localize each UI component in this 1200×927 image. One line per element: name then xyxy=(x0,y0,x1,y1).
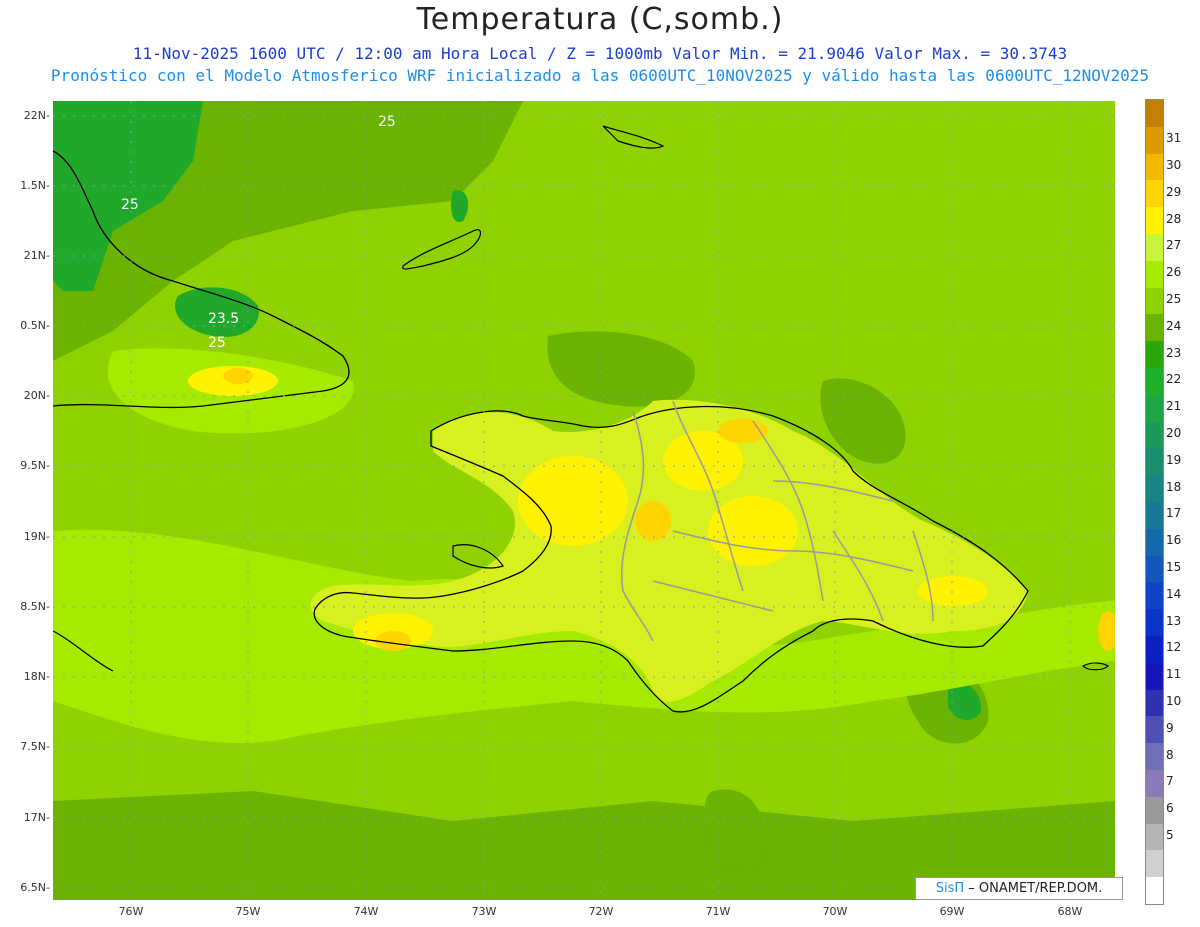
colorbar-swatch xyxy=(1146,796,1163,825)
colorbar-label: 12 xyxy=(1166,640,1182,655)
colorbar-label: 27 xyxy=(1166,238,1182,253)
colorbar-label: 16 xyxy=(1166,533,1182,548)
lat-tick-label: 17N- xyxy=(23,811,50,824)
field-29-a xyxy=(518,456,628,546)
colorbar-swatch xyxy=(1146,126,1163,155)
lat-tick-label: 0.5N- xyxy=(20,319,50,332)
colorbar-swatch xyxy=(1146,877,1163,905)
colorbar-label: 17 xyxy=(1166,506,1182,521)
colorbar-swatch xyxy=(1146,368,1163,396)
colorbar-label: 25 xyxy=(1166,292,1182,306)
colorbar-label: 19 xyxy=(1166,452,1182,467)
credit-text: – ONAMET/REP.DOM. xyxy=(964,881,1103,896)
lat-tick-label: 1.5N- xyxy=(20,179,50,192)
lat-tick-label: 20N- xyxy=(23,389,50,402)
colorbar-swatch xyxy=(1146,850,1163,878)
colorbar-label: 28 xyxy=(1166,211,1182,226)
field-29-c xyxy=(708,496,798,566)
contour-label: 25 xyxy=(121,197,139,213)
contour-label: 25 xyxy=(208,335,226,351)
brand-logo: SisΠ xyxy=(935,881,965,896)
colorbar-label: 10 xyxy=(1166,694,1182,708)
colorbar-label: 8 xyxy=(1166,747,1174,762)
colorbar-swatch xyxy=(1146,448,1163,476)
lon-tick-label: 73W xyxy=(471,905,497,918)
colorbar-label: 5 xyxy=(1166,828,1174,842)
map-subtitle-time: 11-Nov-2025 1600 UTC / 12:00 am Hora Loc… xyxy=(132,44,1068,63)
colorbar-swatch xyxy=(1146,341,1163,369)
lon-tick-label: 71W xyxy=(705,905,731,918)
lon-tick-label: 74W xyxy=(353,905,379,918)
colorbar-swatch xyxy=(1146,100,1163,128)
colorbar-label: 29 xyxy=(1166,184,1182,199)
colorbar-swatch xyxy=(1146,314,1163,342)
lat-tick-label: 22N- xyxy=(23,109,50,122)
colorbar-swatch xyxy=(1146,180,1163,208)
colorbar-label: 11 xyxy=(1166,667,1182,682)
colorbar-swatch xyxy=(1146,582,1163,610)
colorbar-swatch xyxy=(1146,260,1163,289)
lat-tick-label: 19N- xyxy=(23,530,50,543)
lon-tick-label: 70W xyxy=(822,905,848,918)
lat-tick-label: 9.5N- xyxy=(20,459,50,472)
colorbar-label: 23 xyxy=(1166,345,1182,360)
contour-label: 23.5 xyxy=(208,311,239,327)
temperature-map: 25 25 23.5 25 xyxy=(53,101,1115,900)
colorbar-label: 21 xyxy=(1166,399,1182,414)
colorbar-swatch xyxy=(1146,502,1163,530)
colorbar-swatch xyxy=(1146,636,1163,664)
lon-tick-label: 68W xyxy=(1057,905,1083,918)
colorbar-label: 7 xyxy=(1166,774,1174,789)
colorbar-swatch xyxy=(1146,475,1163,503)
colorbar-swatch xyxy=(1146,743,1163,771)
colorbar-label: 30 xyxy=(1166,158,1182,172)
lat-tick-label: 6.5N- xyxy=(20,881,50,894)
colorbar-swatch xyxy=(1146,394,1163,423)
colorbar-label: 24 xyxy=(1166,318,1182,333)
colorbar-swatch xyxy=(1146,287,1163,315)
colorbar-swatch xyxy=(1146,207,1163,235)
map-canvas: 25 25 23.5 25 xyxy=(53,101,1115,900)
colorbar-swatch xyxy=(1146,609,1163,637)
colorbar-label: 9 xyxy=(1166,720,1174,735)
lon-tick-label: 75W xyxy=(235,905,261,918)
lon-tick-label: 72W xyxy=(588,905,614,918)
colorbar-label: 6 xyxy=(1166,801,1174,816)
field-30-b xyxy=(635,501,671,541)
colorbar-label: 14 xyxy=(1166,586,1182,601)
colorbar-swatch xyxy=(1146,153,1163,181)
lat-tick-label: 7.5N- xyxy=(20,740,50,753)
colorbar-label: 26 xyxy=(1166,265,1182,280)
colorbar-label: 13 xyxy=(1166,613,1182,628)
colorbar-label: 18 xyxy=(1166,479,1182,494)
map-subtitle-model: Pronóstico con el Modelo Atmosferico WRF… xyxy=(50,66,1150,85)
lat-tick-label: 21N- xyxy=(23,249,50,262)
colorbar-swatch xyxy=(1146,716,1163,744)
lon-tick-label: 76W xyxy=(118,905,144,918)
colorbar-swatch xyxy=(1146,689,1163,717)
colorbar-swatch xyxy=(1146,770,1163,798)
colorbar-label: 20 xyxy=(1166,426,1182,440)
lat-tick-label: 8.5N- xyxy=(20,600,50,613)
colorbar-swatch xyxy=(1146,234,1163,262)
colorbar-label: 22 xyxy=(1166,372,1182,387)
colorbar-swatch xyxy=(1146,662,1163,691)
lon-tick-label: 69W xyxy=(939,905,965,918)
colorbar-swatch xyxy=(1146,421,1163,449)
map-title: Temperatura (C,somb.) xyxy=(416,2,784,37)
colorbar-label: 15 xyxy=(1166,560,1182,574)
colorbar-swatch xyxy=(1146,528,1163,557)
colorbar-label: 31 xyxy=(1166,131,1182,146)
credit-badge: SisΠ – ONAMET/REP.DOM. xyxy=(915,877,1123,900)
colorbar-swatch xyxy=(1146,823,1163,851)
colorbar-swatch xyxy=(1146,555,1163,583)
lat-tick-label: 18N- xyxy=(23,670,50,683)
colorbar xyxy=(1145,99,1164,905)
